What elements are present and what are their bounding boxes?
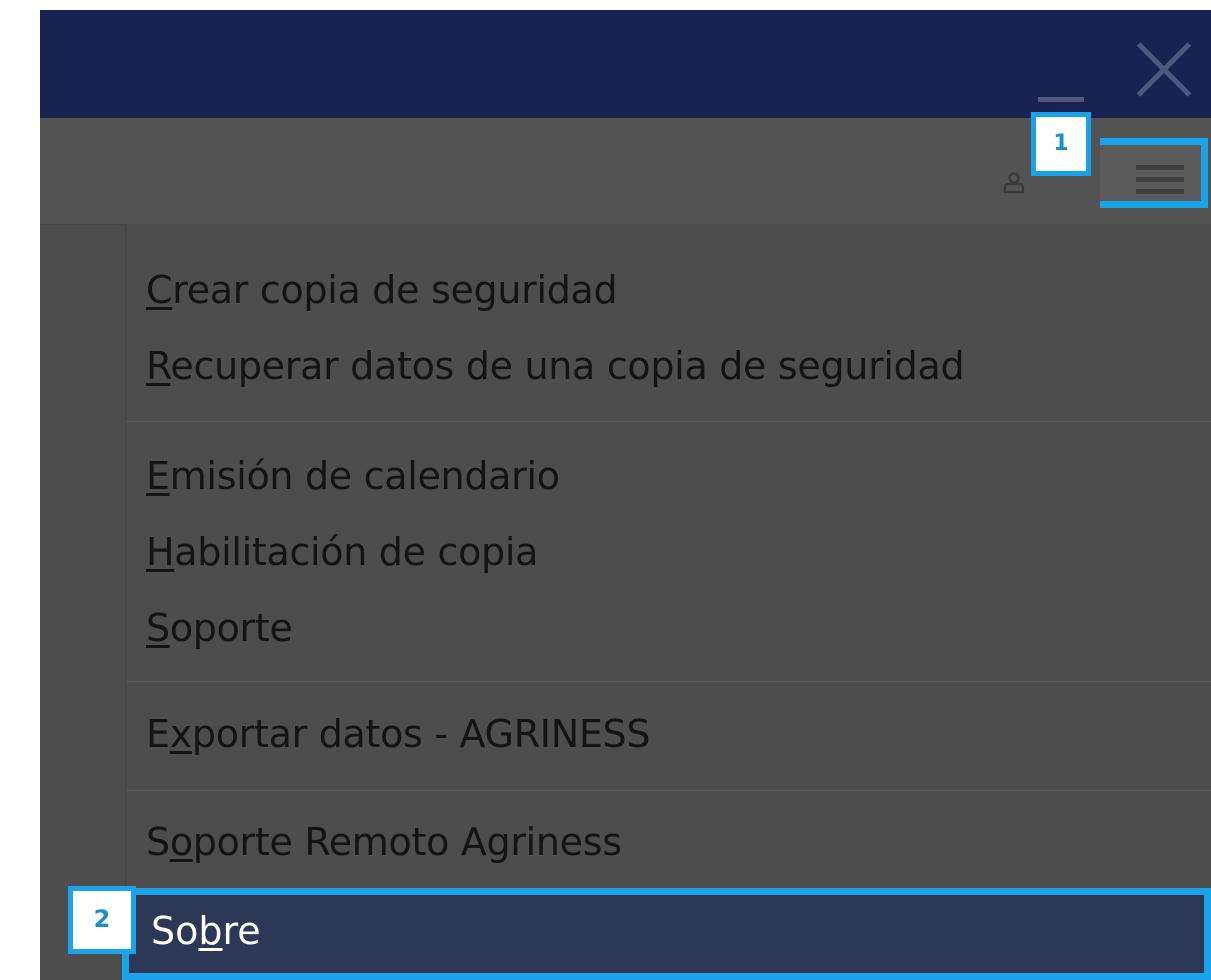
minimize-icon[interactable] (1038, 63, 1084, 109)
menu-item-sobre-label: Sobre (151, 909, 261, 953)
menu-item-exportar-agriness[interactable]: Exportar datos - AGRINESS (146, 712, 651, 756)
menu-item-emision-calendario[interactable]: Emisión de calendario (146, 454, 560, 498)
step-badge-2: 2 (68, 886, 136, 954)
menu-item-soporte-remoto[interactable]: Soporte Remoto Agriness (146, 820, 622, 864)
menu-item-soporte[interactable]: Soporte (146, 606, 293, 650)
hamburger-icon (1136, 165, 1184, 195)
screenshot-stage: Crear copia de seguridad Recuperar datos… (0, 0, 1211, 980)
menu-separator (126, 681, 1211, 682)
main-menu-button[interactable] (1100, 138, 1208, 208)
menu-item-habilitacion-copia[interactable]: Habilitación de copia (146, 530, 538, 574)
step-badge-1: 1 (1031, 112, 1091, 176)
menu-separator (126, 421, 1211, 422)
close-icon[interactable] (1134, 40, 1194, 100)
menu-item-sobre[interactable]: Sobre (122, 888, 1211, 980)
main-menu-dropdown: Crear copia de seguridad Recuperar datos… (125, 224, 1211, 980)
menu-item-recuperar-datos[interactable]: Recuperar datos de una copia de segurida… (146, 344, 965, 388)
menu-separator (126, 790, 1211, 791)
menu-item-crear-copia[interactable]: Crear copia de seguridad (146, 268, 618, 312)
user-icon[interactable] (1003, 172, 1025, 194)
title-bar (40, 10, 1211, 118)
